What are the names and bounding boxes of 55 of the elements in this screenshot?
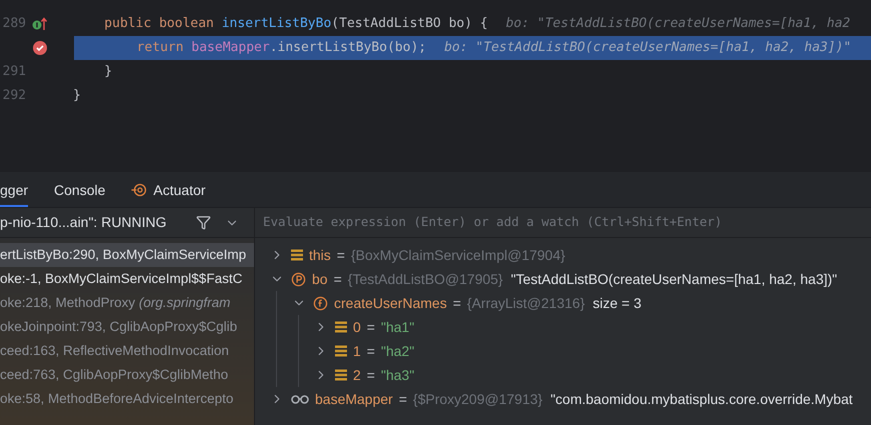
stack-frame[interactable]: ceed:763, CglibAopProxy$CglibMetho xyxy=(0,363,254,387)
panel-tab[interactable]: Console xyxy=(54,175,106,207)
line-number: 289 xyxy=(2,16,26,32)
list-icon xyxy=(291,249,303,261)
variable-name: bo xyxy=(312,270,328,288)
filter-icon[interactable] xyxy=(196,215,211,230)
panel-tab[interactable]: Actuator xyxy=(131,175,206,207)
equals-sign: = xyxy=(398,390,408,408)
line-number: 292 xyxy=(2,88,26,104)
variable-value: size = 3 xyxy=(592,294,642,312)
equals-sign: = xyxy=(366,318,375,336)
list-icon xyxy=(335,369,347,381)
line-number: 291 xyxy=(2,64,26,80)
code-text: public boolean insertListByBo(TestAddListBO bo) { xyxy=(103,15,488,34)
equals-sign: = xyxy=(452,294,462,312)
variable-name: 1 xyxy=(353,342,361,360)
variable-value: "TestAddListBO(createUserNames=[ha1, ha2, ha3])" xyxy=(510,270,838,289)
evaluate-expression-field[interactable]: Evaluate expression (Enter) or add a watch (Ctrl+Shift+Enter) xyxy=(263,213,863,232)
list-icon xyxy=(335,321,347,333)
code-text: } xyxy=(103,63,112,82)
variable-name: 2 xyxy=(353,366,361,384)
inline-value-hint: bo: "TestAddListBO(createUserNames=[ha1, ha2 xyxy=(506,15,850,34)
inline-value-hint: bo: "TestAddListBO(createUserNames=[ha1, ha2, ha3])" xyxy=(444,39,852,58)
equals-sign: = xyxy=(334,270,342,288)
variable-name: 0 xyxy=(353,318,361,336)
field-icon xyxy=(313,296,328,310)
variable-type: {$Proxy209@17913} xyxy=(413,390,542,409)
stack-frame[interactable]: okeJoinpoint:793, CglibAopProxy$Cglib xyxy=(0,315,254,339)
code-text: } xyxy=(73,87,81,106)
parameter-icon xyxy=(291,272,306,286)
variable-value: "ha2" xyxy=(380,342,414,360)
variable-value: "com.baomidou.mybatisplus.core.override.Mybat xyxy=(550,390,853,409)
thread-selector[interactable]: p-nio-110...ain": RUNNING xyxy=(0,212,196,233)
stack-frame[interactable]: oke:-1, BoxMyClaimServiceImpl$$FastC xyxy=(0,267,254,291)
variable-name: createUserNames xyxy=(334,294,447,312)
equals-sign: = xyxy=(336,246,345,264)
code-text: return baseMapper.insertListByBo(bo); xyxy=(136,39,426,58)
stack-frame[interactable]: oke:218, MethodProxy (org.springfram xyxy=(0,291,254,315)
stack-frame[interactable]: oke:58, MethodBeforeAdviceIntercepto xyxy=(0,387,254,411)
stack-frame[interactable]: ertListByBo:290, BoxMyClaimServiceImp xyxy=(0,243,254,267)
variable-type: {ArrayList@21316} xyxy=(467,294,585,313)
variable-value: "ha3" xyxy=(380,366,414,384)
variable-name: baseMapper xyxy=(315,390,393,409)
variable-value: "ha1" xyxy=(380,318,414,336)
equals-sign: = xyxy=(366,366,375,384)
list-icon xyxy=(335,345,347,357)
target-icon xyxy=(131,183,148,197)
stack-frame[interactable]: ceed:163, ReflectiveMethodInvocation xyxy=(0,339,254,363)
implements-icon[interactable] xyxy=(32,17,48,31)
variable-type: {BoxMyClaimServiceImpl@17904} xyxy=(350,246,566,265)
breakpoint-icon[interactable] xyxy=(32,40,48,56)
glasses-icon xyxy=(291,394,309,404)
variable-type: {TestAddListBO@17905} xyxy=(348,270,503,289)
equals-sign: = xyxy=(366,342,375,360)
variable-name: this xyxy=(309,246,331,264)
